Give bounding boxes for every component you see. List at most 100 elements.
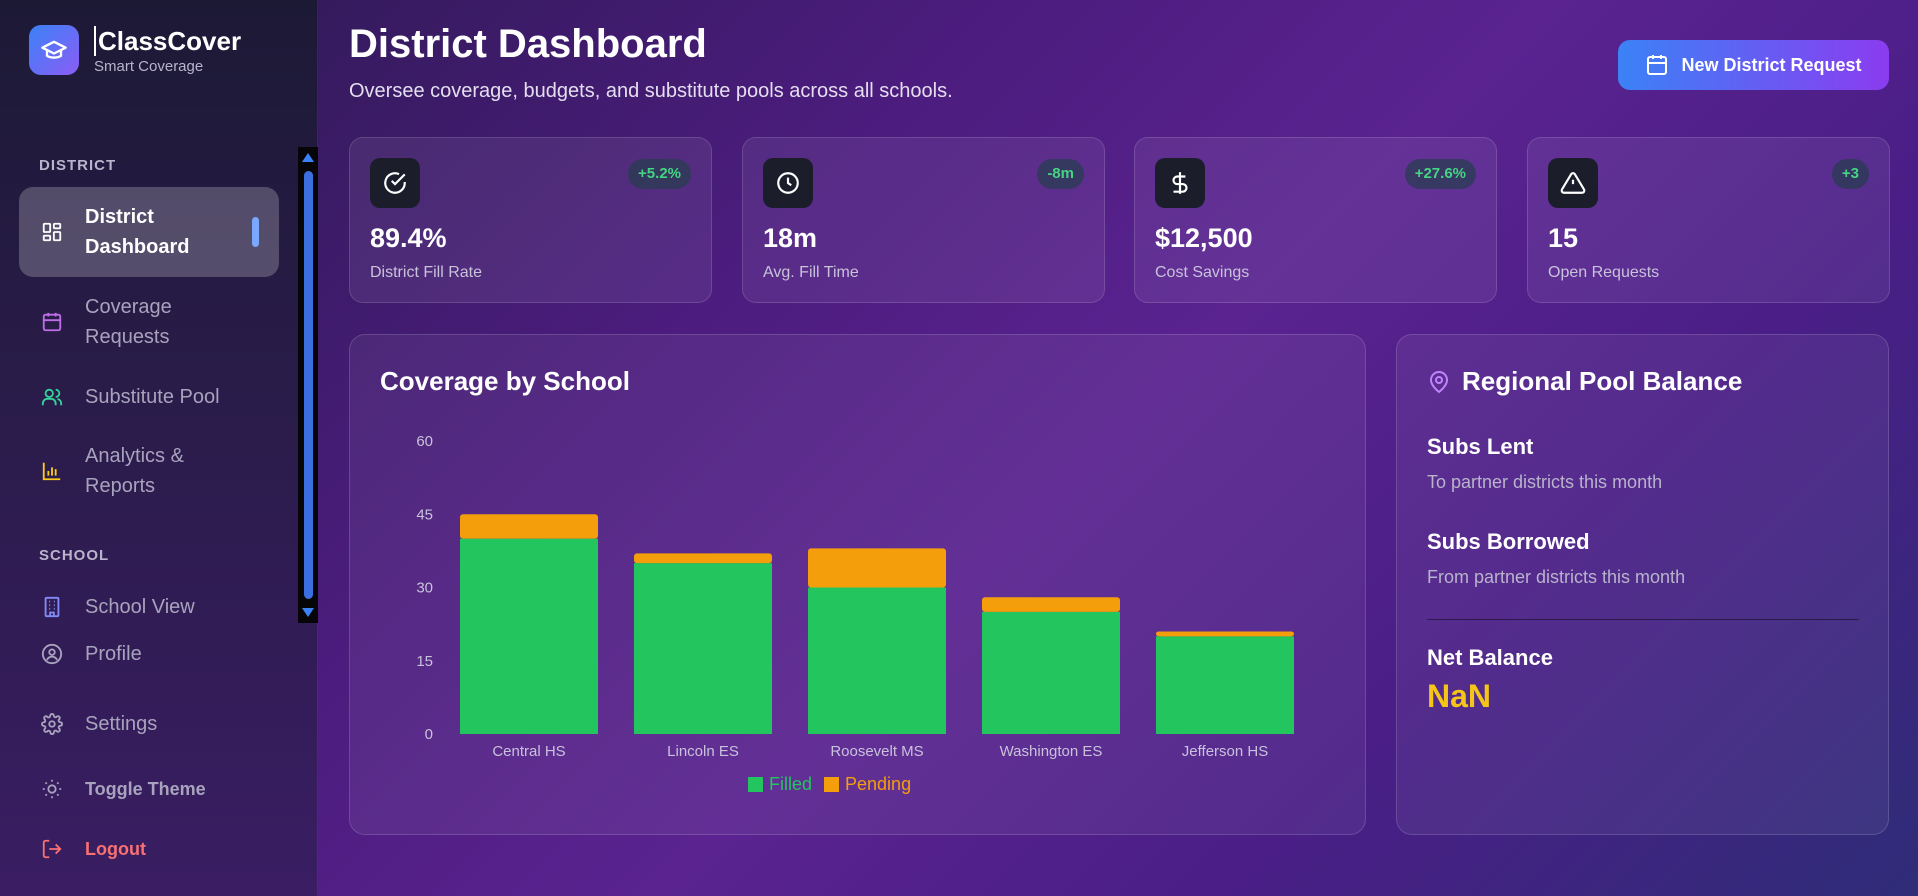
logout-icon [39,836,65,862]
legend-label: Filled [769,774,813,794]
x-tick-label: Lincoln ES [667,743,739,760]
bar-pending[interactable] [1156,631,1294,637]
map-pin-icon [1427,369,1451,395]
x-tick-label: Central HS [492,743,565,760]
y-tick-label: 0 [425,726,433,743]
sidebar-item-label: Settings [85,713,158,735]
sidebar: ClassCover Smart Coverage DISTRICT Distr… [0,0,318,896]
coverage-bar-chart: 0 15 30 45 60 Central HS Lincoln ES Roosevelt M… [416,433,1294,760]
bar-pending[interactable] [460,514,598,539]
chart-legend: Filled Pending [748,774,923,795]
net-balance-value: NaN [1427,678,1492,714]
legend-swatch [748,777,763,792]
new-district-request-label: New District Request [1681,54,1862,75]
legend-item-pending[interactable]: Pending [824,774,911,795]
net-balance-title: Net Balance [1427,645,1553,670]
bar-filled[interactable] [1156,636,1294,734]
sidebar-item-substitute-pool[interactable]: Substitute Pool [19,381,279,413]
graduation-cap-icon [29,25,79,75]
sidebar-item-school-view[interactable]: School View [19,591,279,623]
x-tick-label: Jefferson HS [1182,743,1268,760]
sidebar-item-analytics-reports[interactable]: Analytics & Reports [19,441,279,501]
trend-badge: +5.2% [628,159,691,189]
legend-item-filled[interactable]: Filled [748,774,812,795]
y-tick-label: 60 [416,433,433,450]
pool-title: Regional Pool Balance [1462,366,1743,396]
users-icon [39,384,65,410]
sidebar-scrollbar[interactable] [298,147,318,623]
new-district-request-button[interactable]: New District Request [1618,40,1889,90]
stat-label: Avg. Fill Time [763,264,859,281]
bar-filled[interactable] [808,587,946,735]
toggle-theme-label: Toggle Theme [85,779,206,799]
dashboard-icon [39,219,65,245]
y-tick-label: 30 [416,580,433,597]
calendar-icon [1645,53,1669,77]
page-subtitle: Oversee coverage, budgets, and substitut… [349,80,953,102]
x-tick-label: Roosevelt MS [830,743,923,760]
stat-label: District Fill Rate [370,264,483,281]
stat-value: 15 [1548,223,1579,253]
bar-pending[interactable] [982,597,1120,612]
divider [1427,619,1859,620]
legend-swatch [824,777,840,792]
sidebar-item-coverage-requests[interactable]: Coverage Requests [19,292,279,352]
trend-badge: -8m [1037,159,1084,189]
legend-label: Pending [845,774,912,794]
sidebar-item-label: Profile [85,643,142,665]
stat-label: Cost Savings [1155,264,1250,281]
x-tick-label: Washington ES [1000,743,1103,760]
stat-card-cost-savings[interactable]: +27.6% $12,500 Cost Savings [1134,137,1497,303]
stat-label: Open Requests [1548,264,1660,281]
sidebar-item-label: District Dashboard [85,206,190,258]
bar-chart-icon [39,458,65,484]
bar-filled[interactable] [634,563,772,734]
scroll-thumb[interactable] [304,171,313,599]
sun-icon [39,776,65,802]
building-icon [39,594,65,620]
page-title: District Dashboard [349,22,707,66]
stat-card-fill-time[interactable]: -8m 18m Avg. Fill Time [742,137,1105,303]
user-circle-icon [39,641,65,667]
sidebar-item-label: Coverage Requests [85,296,172,348]
active-indicator [252,217,259,247]
stat-card-fill-rate[interactable]: +5.2% 89.4% District Fill Rate [349,137,712,303]
brand-name: ClassCover [94,25,241,56]
sidebar-item-profile[interactable]: Profile [19,638,279,670]
sidebar-item-settings[interactable]: Settings [19,708,279,740]
bar-pending[interactable] [634,553,772,564]
scroll-down-arrow-icon[interactable] [302,608,314,617]
y-tick-label: 15 [416,653,433,670]
brand-subtitle: Smart Coverage [94,57,204,75]
toggle-theme-button[interactable]: Toggle Theme [19,774,279,804]
check-circle-icon [370,158,420,208]
bar-filled[interactable] [460,538,598,734]
sidebar-item-label: Substitute Pool [85,386,220,408]
trend-badge: +3 [1831,159,1869,189]
brand[interactable]: ClassCover Smart Coverage [29,25,241,75]
logout-label: Logout [85,839,146,859]
bar-filled[interactable] [982,611,1120,734]
subs-lent-subtitle: To partner districts this month [1427,472,1663,492]
calendar-icon [39,309,65,335]
scroll-up-arrow-icon[interactable] [302,153,314,162]
subs-borrowed-subtitle: From partner districts this month [1427,567,1686,587]
dollar-icon [1155,158,1205,208]
trend-badge: +27.6% [1404,159,1476,189]
subs-lent-title: Subs Lent [1427,434,1534,459]
clock-icon [763,158,813,208]
sidebar-item-label: School View [85,596,195,618]
logout-button[interactable]: Logout [19,834,279,864]
stat-value: 89.4% [370,223,447,253]
subs-borrowed-title: Subs Borrowed [1427,529,1590,554]
y-tick-label: 45 [416,506,433,523]
sidebar-item-district-dashboard[interactable]: District Dashboard [19,187,279,277]
section-label-district: DISTRICT [39,157,117,174]
bar-pending[interactable] [808,548,946,588]
stat-card-open-requests[interactable]: +3 15 Open Requests [1527,137,1890,303]
stat-value: $12,500 [1155,223,1253,253]
sidebar-item-label: Analytics & Reports [85,445,184,497]
stat-value: 18m [763,223,818,253]
section-label-school: SCHOOL [39,547,110,564]
gear-icon [39,711,65,737]
